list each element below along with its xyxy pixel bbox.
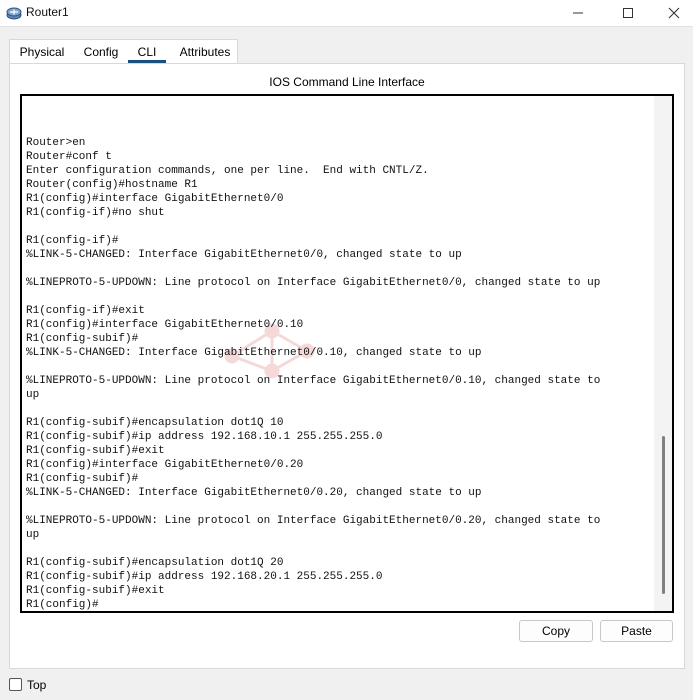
terminal-line: R1(config-subif)#exit	[26, 585, 165, 597]
terminal-line: Router>en	[26, 137, 86, 149]
cli-terminal[interactable]: Router>en Router#conf t Enter configuratio…	[20, 94, 674, 613]
scrollbar-thumb[interactable]	[662, 436, 665, 594]
terminal-scrollbar[interactable]	[654, 96, 672, 611]
terminal-line: R1(config-subif)#exit	[26, 445, 165, 457]
copy-button[interactable]: Copy	[519, 620, 593, 642]
terminal-line: R1(config-subif)#ip address 192.168.20.1…	[26, 571, 383, 583]
close-icon	[668, 7, 680, 19]
terminal-line: Router#conf t	[26, 151, 112, 163]
terminal-line: %LINEPROTO-5-UPDOWN: Line protocol on In…	[26, 277, 601, 289]
terminal-line: %LINK-5-CHANGED: Interface GigabitEthern…	[26, 347, 482, 359]
terminal-line: R1(config-if)#exit	[26, 305, 145, 317]
terminal-line: R1(config-if)#	[26, 235, 119, 247]
tab-physical[interactable]: Physical	[13, 40, 71, 63]
maximize-button[interactable]	[605, 0, 651, 26]
panel-title: IOS Command Line Interface	[269, 75, 425, 89]
paste-button[interactable]: Paste	[600, 620, 673, 642]
terminal-line: R1(config)#interface GigabitEthernet0/0.…	[26, 319, 304, 331]
terminal-line: %LINK-5-CHANGED: Interface GigabitEthern…	[26, 249, 462, 261]
terminal-line: R1(config)#	[26, 599, 99, 611]
terminal-line: R1(config)#interface GigabitEthernet0/0	[26, 193, 284, 205]
minimize-icon	[573, 12, 583, 14]
terminal-line: R1(config-subif)#encapsulation dot1Q 20	[26, 557, 284, 569]
window-title: Router1	[26, 5, 69, 19]
top-checkbox-label: Top	[27, 678, 47, 692]
terminal-line: up	[26, 529, 40, 541]
terminal-output: Router>en Router#conf t Enter configuratio…	[26, 136, 601, 611]
tab-attributes[interactable]: Attributes	[175, 40, 235, 63]
close-button[interactable]	[651, 0, 693, 26]
top-checkbox[interactable]	[9, 678, 22, 691]
minimize-button[interactable]	[555, 0, 601, 26]
terminal-line: up	[26, 389, 40, 401]
terminal-line: R1(config-if)#no shut	[26, 207, 165, 219]
terminal-line: R1(config-subif)#	[26, 333, 139, 345]
terminal-line: %LINEPROTO-5-UPDOWN: Line protocol on In…	[26, 515, 601, 527]
terminal-line: %LINEPROTO-5-UPDOWN: Line protocol on In…	[26, 375, 601, 387]
tab-config[interactable]: Config	[81, 40, 121, 63]
router-icon	[6, 7, 22, 20]
terminal-line: R1(config-subif)#encapsulation dot1Q 10	[26, 417, 284, 429]
terminal-line: R1(config-subif)#ip address 192.168.10.1…	[26, 431, 383, 443]
terminal-line: R1(config-subif)#	[26, 473, 139, 485]
terminal-line: R1(config)#interface GigabitEthernet0/0.…	[26, 459, 304, 471]
terminal-line: %LINK-5-CHANGED: Interface GigabitEthern…	[26, 487, 482, 499]
terminal-line: Enter configuration commands, one per li…	[26, 165, 429, 177]
terminal-line: Router(config)#hostname R1	[26, 179, 198, 191]
title-bar: Router1	[0, 0, 693, 27]
maximize-icon	[623, 8, 633, 18]
